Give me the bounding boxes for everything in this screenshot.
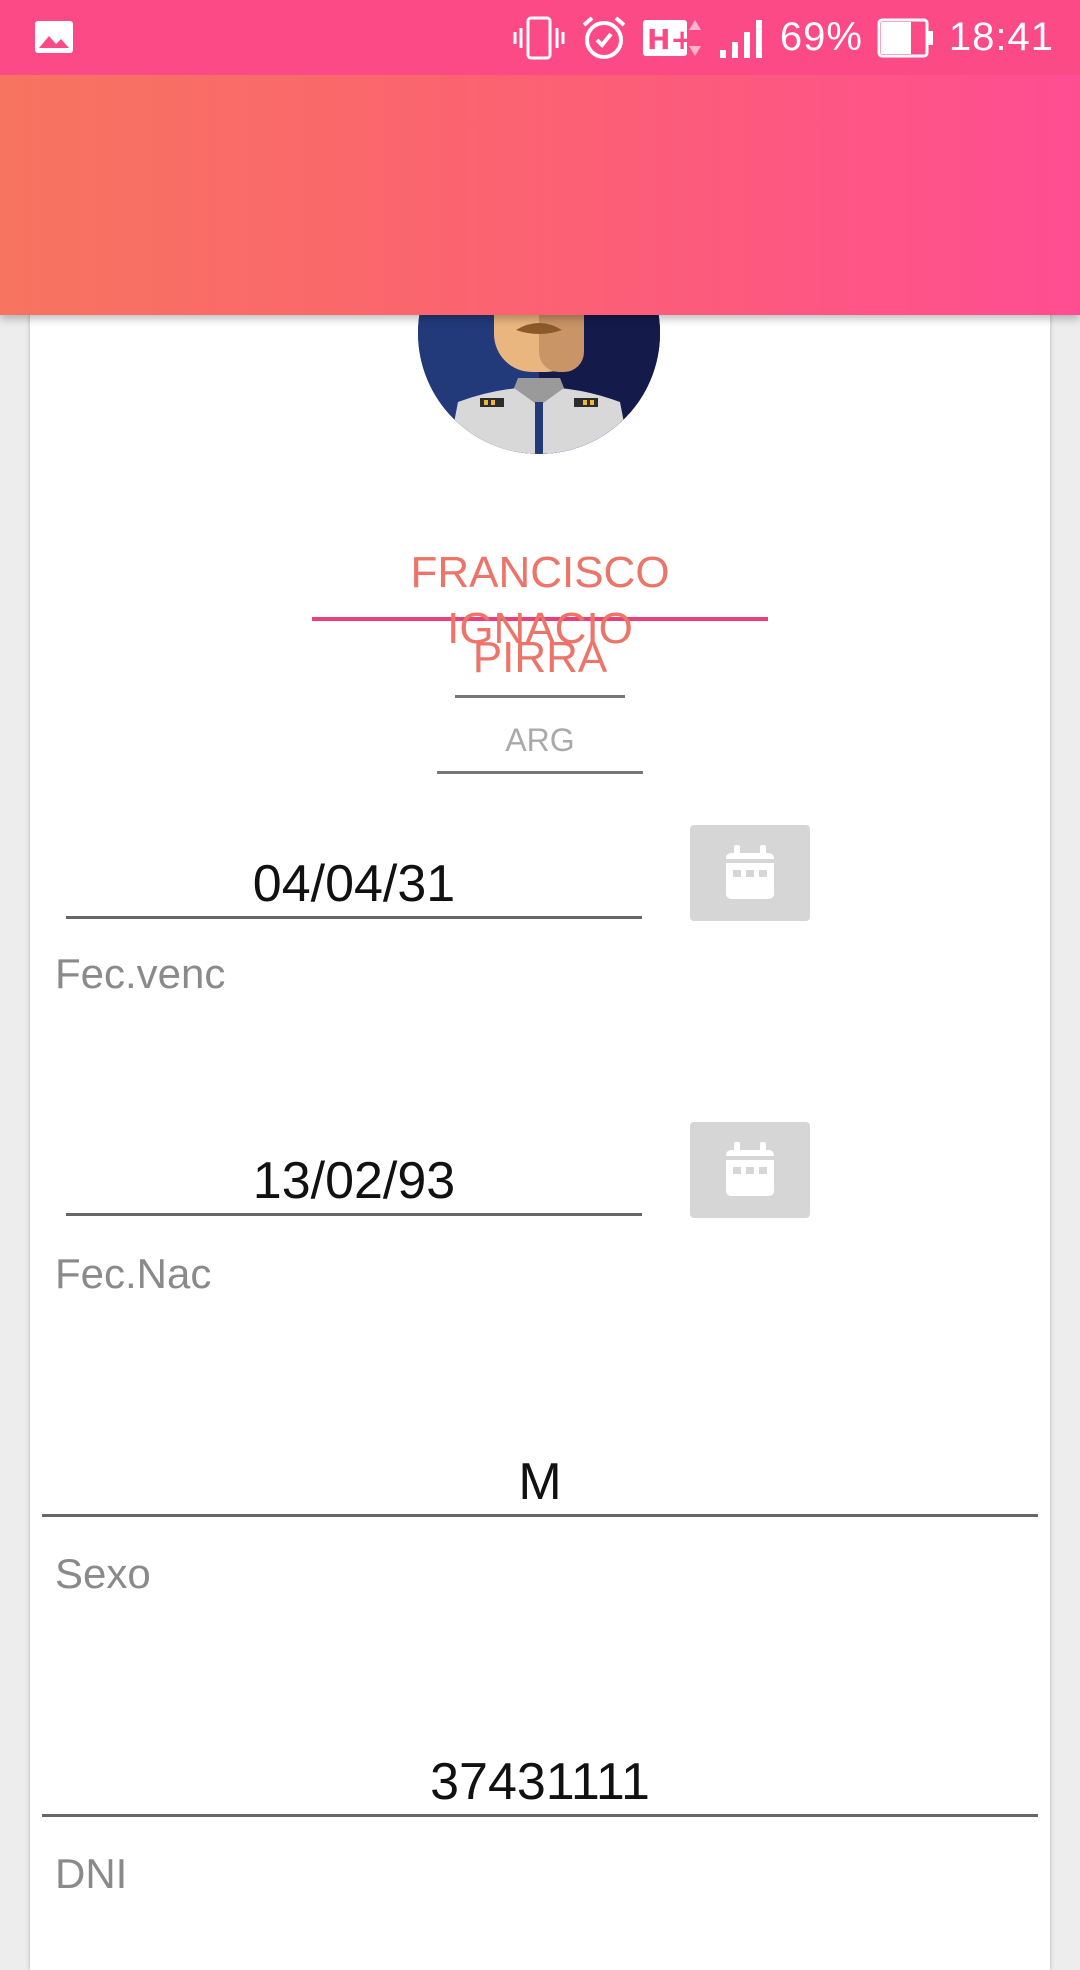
- toolbar: [0, 75, 1080, 315]
- expiry-date-label: Fec.venc: [55, 950, 226, 997]
- expiry-calendar-button[interactable]: [690, 825, 810, 921]
- gallery-icon: [35, 21, 73, 53]
- calendar-icon: [726, 1142, 774, 1196]
- alarm-icon: [582, 15, 626, 59]
- sex-field[interactable]: M: [42, 1432, 1038, 1517]
- sex-label: Sexo: [55, 1550, 151, 1597]
- dni-field[interactable]: 37431111: [42, 1732, 1038, 1817]
- status-icons: H+ 69% 18:41: [498, 0, 1054, 75]
- dni-label: DNI: [55, 1850, 128, 1897]
- hplus-icon: H+: [642, 19, 701, 56]
- first-name-field[interactable]: FRANCISCO IGNACIO: [312, 545, 768, 653]
- vibrate-icon: [513, 16, 565, 59]
- svg-text:H+: H+: [647, 23, 694, 56]
- clock: 18:41: [948, 15, 1054, 59]
- profile-card: [30, 250, 1050, 1970]
- battery-icon: [877, 18, 933, 57]
- birth-date-field[interactable]: 13/02/93: [66, 1135, 642, 1216]
- last-name-field[interactable]: PIRRA: [455, 627, 625, 698]
- country-field[interactable]: ARG: [437, 715, 643, 774]
- birth-date-label: Fec.Nac: [55, 1250, 212, 1297]
- expiry-date-field[interactable]: 04/04/31: [66, 838, 642, 919]
- signal-icon: [719, 19, 762, 58]
- birth-calendar-button[interactable]: [690, 1122, 810, 1218]
- calendar-icon: [726, 845, 774, 899]
- status-bar: H+ 69% 18:41: [0, 0, 1080, 75]
- battery-percent: 69%: [779, 15, 863, 59]
